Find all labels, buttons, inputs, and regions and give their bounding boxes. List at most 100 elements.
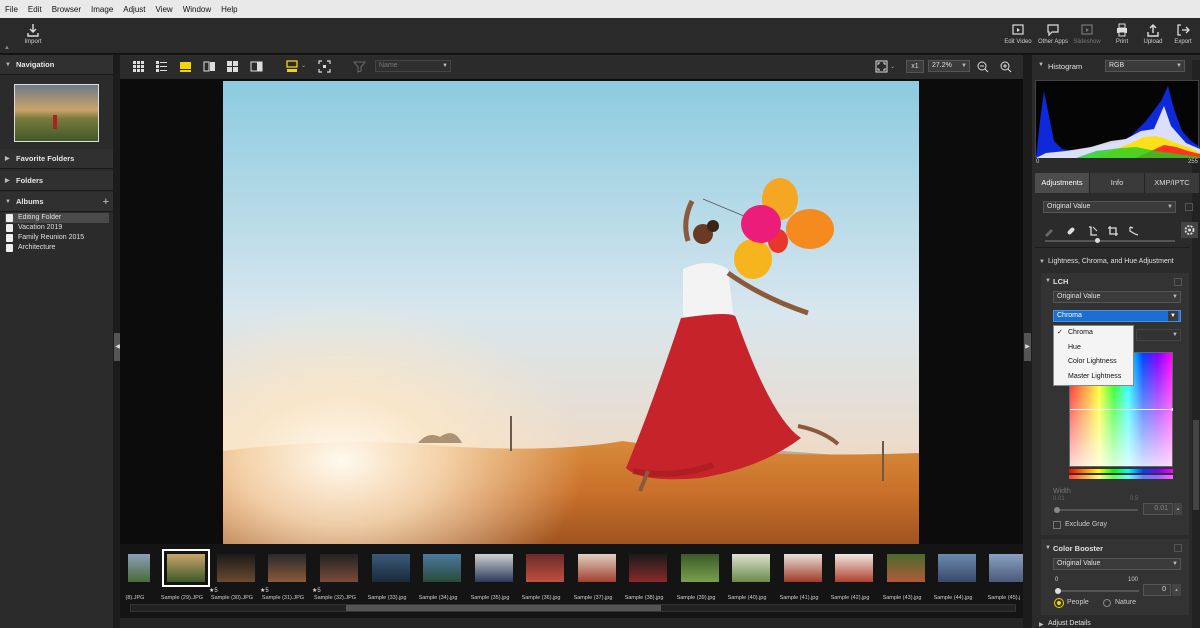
exclude-gray-checkbox[interactable]	[1053, 521, 1061, 529]
filmstrip-thumbnail[interactable]	[475, 554, 513, 582]
menu-image[interactable]: Image	[86, 5, 118, 14]
width-slider[interactable]	[1054, 507, 1138, 513]
navigation-header[interactable]: ▼ Navigation	[0, 55, 113, 75]
curve-handle-icon[interactable]: ◂	[1170, 406, 1173, 413]
zoom-out-icon[interactable]	[976, 60, 989, 73]
straighten-icon[interactable]	[1087, 225, 1099, 237]
lch-checkbox[interactable]	[1174, 278, 1182, 286]
filmstrip-view-icon[interactable]	[179, 60, 192, 73]
color-booster-knob[interactable]	[1055, 588, 1061, 594]
menu-help[interactable]: Help	[216, 5, 242, 14]
sort-dropdown[interactable]: Name ▼	[375, 60, 451, 72]
filmstrip-scroll-thumb[interactable]	[346, 605, 661, 611]
retouch-icon[interactable]	[1065, 225, 1077, 237]
filmstrip-thumbnail[interactable]	[989, 554, 1027, 582]
menu-item-master-lightness[interactable]: Master Lightness	[1054, 370, 1133, 385]
nature-radio[interactable]	[1103, 599, 1111, 607]
preset-checkbox[interactable]	[1185, 203, 1193, 211]
width-stepper-icon[interactable]: ▴	[1174, 503, 1182, 515]
filmstrip-thumbnail[interactable]	[423, 554, 461, 582]
before-after-icon[interactable]	[250, 60, 263, 73]
filmstrip-thumbnail[interactable]	[784, 554, 822, 582]
width-value-field[interactable]: 0.01	[1143, 503, 1173, 515]
collapse-icon[interactable]: ▲	[4, 45, 10, 51]
menu-adjust[interactable]: Adjust	[118, 5, 150, 14]
width-slider-knob[interactable]	[1054, 507, 1060, 513]
color-booster-preset-dropdown[interactable]: Original Value ▼	[1053, 558, 1181, 570]
album-item[interactable]: Family Reunion 2015	[5, 233, 109, 243]
filmstrip-thumbnail[interactable]	[938, 554, 976, 582]
color-booster-stepper-icon[interactable]: ▴	[1172, 584, 1181, 596]
menu-item-hue[interactable]: Hue	[1054, 341, 1133, 356]
menu-view[interactable]: View	[151, 5, 178, 14]
zoom-dropdown[interactable]: 27.2% ▼	[928, 60, 970, 72]
histogram-channel-dropdown[interactable]: RGB ▼	[1105, 60, 1185, 72]
import-button[interactable]: Import	[16, 21, 50, 45]
menu-window[interactable]: Window	[178, 5, 216, 14]
hidden-dropdown[interactable]: ▼	[1136, 329, 1181, 341]
full-screen-icon[interactable]	[875, 60, 888, 73]
filmstrip-thumbnail[interactable]	[681, 554, 719, 582]
brush-icon[interactable]	[1043, 225, 1055, 237]
zoom-1x-button[interactable]: x1	[906, 60, 924, 73]
display-mode-icon[interactable]	[286, 60, 299, 73]
menu-file[interactable]: File	[0, 5, 23, 14]
tab-adjustments[interactable]: Adjustments	[1035, 173, 1090, 193]
chevron-down-icon[interactable]: ▼	[1045, 545, 1051, 551]
chevron-down-icon[interactable]: ▼	[1045, 278, 1051, 284]
compare-view-icon[interactable]	[203, 60, 216, 73]
album-item[interactable]: Editing Folder	[5, 213, 109, 223]
favorite-folders-header[interactable]: ▶ Favorite Folders	[0, 149, 113, 169]
crop-icon[interactable]	[1107, 225, 1119, 237]
tab-info[interactable]: Info	[1090, 173, 1145, 193]
chevron-down-icon[interactable]: ▼	[1039, 259, 1045, 265]
lch-channel-dropdown[interactable]: Chroma ▼	[1053, 310, 1181, 322]
filmstrip-thumbnail[interactable]	[526, 554, 564, 582]
filmstrip-thumbnail[interactable]	[629, 554, 667, 582]
navigation-preview[interactable]	[14, 84, 99, 142]
folders-header[interactable]: ▶ Folders	[0, 171, 113, 191]
export-button[interactable]: Export	[1166, 21, 1200, 45]
albums-header[interactable]: ▼ Albums +	[0, 192, 113, 212]
zoom-in-icon[interactable]	[999, 60, 1012, 73]
edit-video-button[interactable]: Edit Video	[1001, 21, 1035, 45]
add-album-icon[interactable]: +	[103, 192, 109, 212]
fit-screen-icon[interactable]	[318, 60, 331, 73]
menu-item-color-lightness[interactable]: Color Lightness	[1054, 355, 1133, 370]
filmstrip-thumbnail[interactable]	[128, 554, 150, 582]
settings-button[interactable]	[1181, 222, 1198, 238]
filmstrip-thumbnail[interactable]	[320, 554, 358, 582]
collapse-right-icon[interactable]: ▶	[1024, 333, 1031, 361]
filmstrip-thumbnail[interactable]	[578, 554, 616, 582]
slideshow-button[interactable]: Slideshow	[1070, 21, 1104, 45]
menu-item-chroma[interactable]: ✓ Chroma	[1054, 326, 1133, 341]
filmstrip-thumbnail[interactable]	[162, 549, 210, 587]
menu-edit[interactable]: Edit	[23, 5, 47, 14]
upload-button[interactable]: Upload	[1136, 21, 1170, 45]
filmstrip-thumbnail[interactable]	[372, 554, 410, 582]
album-item[interactable]: Architecture	[5, 243, 109, 253]
filmstrip-thumbnail[interactable]	[835, 554, 873, 582]
thumbnail-grid-icon[interactable]	[132, 60, 145, 73]
filmstrip-thumbnail[interactable]	[887, 554, 925, 582]
print-button[interactable]: Print	[1105, 21, 1139, 45]
color-booster-value-field[interactable]: 0	[1143, 584, 1171, 596]
album-item[interactable]: Vacation 2019	[5, 223, 109, 233]
color-booster-checkbox[interactable]	[1174, 544, 1182, 552]
perspective-icon[interactable]	[1128, 225, 1140, 237]
filmstrip-thumbnail[interactable]	[732, 554, 770, 582]
filmstrip-thumbnail[interactable]	[217, 554, 255, 582]
chevron-right-icon[interactable]: ▶	[1039, 621, 1044, 628]
partial-slider[interactable]	[1045, 238, 1175, 243]
color-booster-slider[interactable]	[1055, 588, 1139, 594]
adjust-preset-dropdown[interactable]: Original Value ▼	[1043, 201, 1176, 213]
chevron-down-icon[interactable]: ⌄	[890, 63, 895, 70]
right-scroll-thumb[interactable]	[1193, 420, 1199, 510]
filmstrip-thumbnail[interactable]	[268, 554, 306, 582]
multi-view-icon[interactable]	[226, 60, 239, 73]
tab-xmp-iptc[interactable]: XMP/IPTC	[1145, 173, 1200, 193]
list-view-icon[interactable]	[155, 60, 168, 73]
lch-preset-dropdown[interactable]: Original Value ▼	[1053, 291, 1181, 303]
main-photo[interactable]	[223, 81, 919, 544]
other-apps-button[interactable]: Other Apps	[1036, 21, 1070, 45]
